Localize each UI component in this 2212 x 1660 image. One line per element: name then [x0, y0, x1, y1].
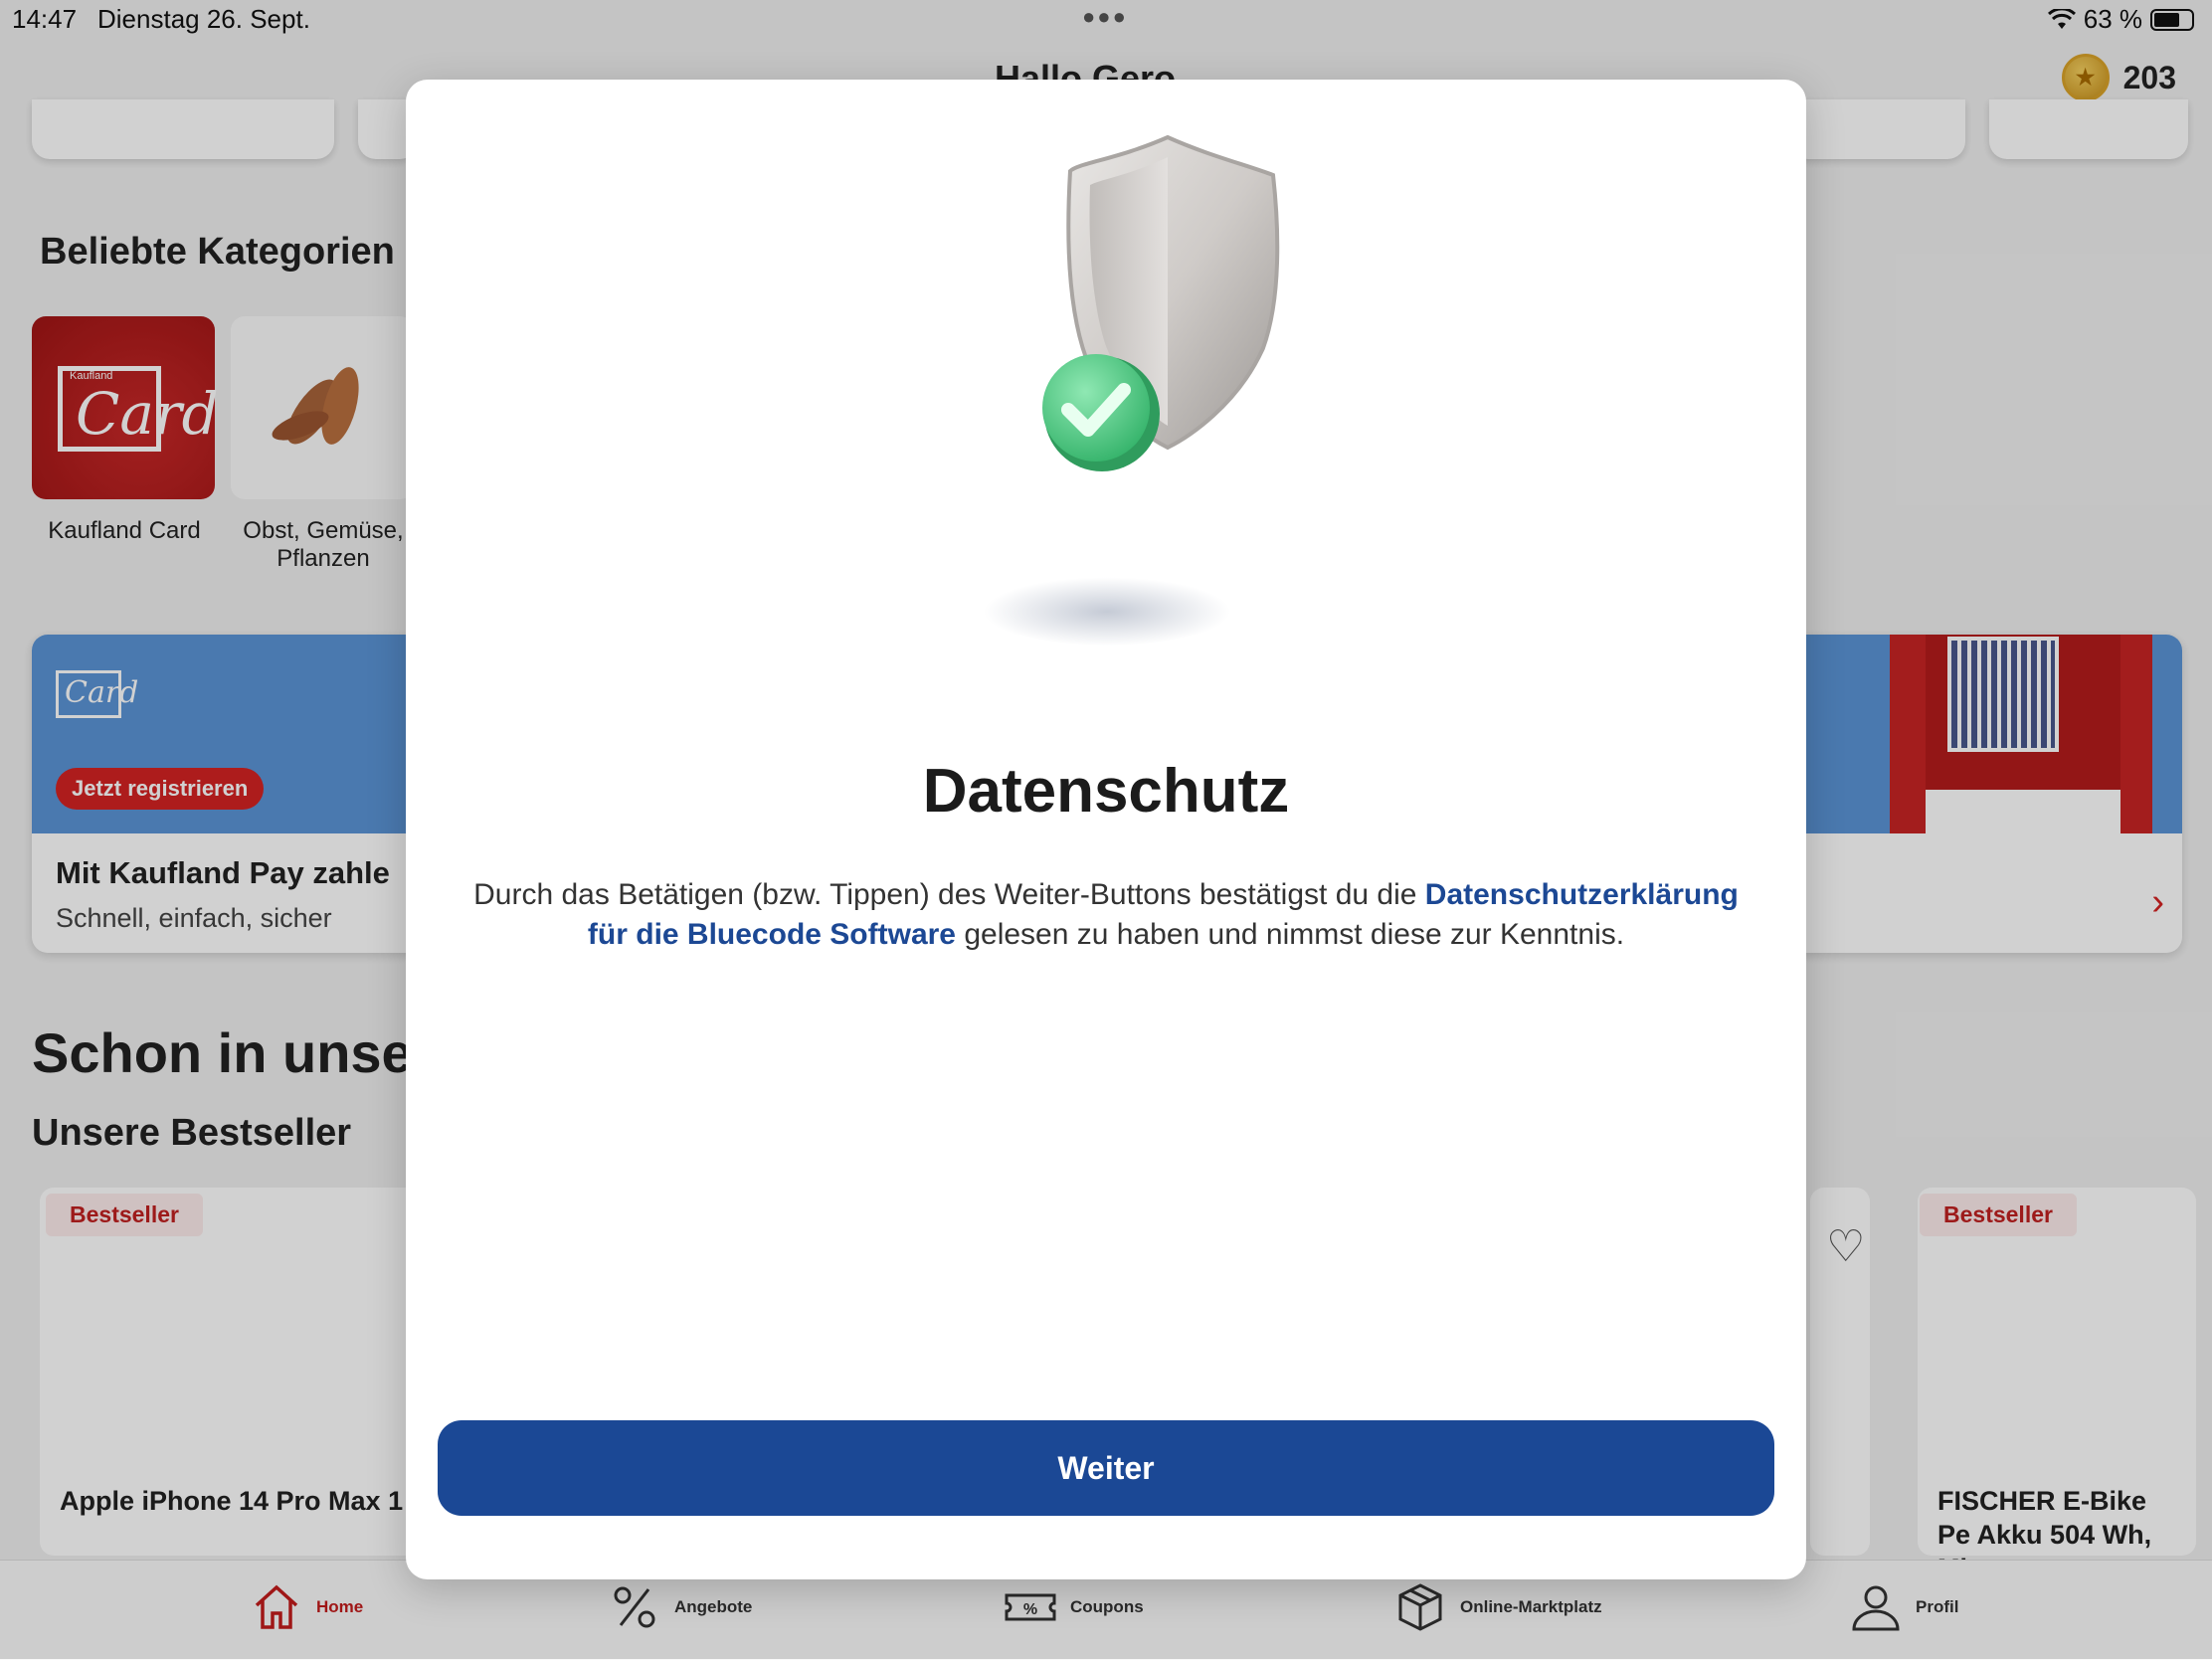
shield-check-icon	[1042, 134, 1280, 471]
continue-button[interactable]: Weiter	[438, 1420, 1774, 1516]
privacy-dialog: Datenschutz Durch das Betätigen (bzw. Ti…	[406, 80, 1806, 1579]
dialog-body: Durch das Betätigen (bzw. Tippen) des We…	[465, 875, 1747, 955]
body-text-after: gelesen zu haben und nimmst diese zur Ke…	[956, 918, 1625, 951]
dialog-title: Datenschutz	[922, 757, 1290, 826]
body-text-before: Durch das Betätigen (bzw. Tippen) des We…	[473, 878, 1425, 911]
shield-shadow	[983, 577, 1231, 646]
